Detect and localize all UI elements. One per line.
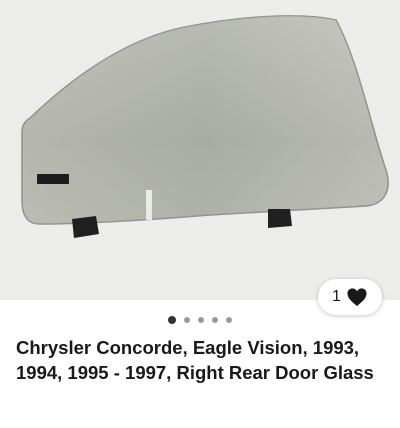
glass-highlight [146,190,152,220]
carousel-dot-3[interactable] [198,317,204,323]
mounting-clip-right [268,209,292,228]
image-carousel-dots [0,314,400,326]
product-image-area[interactable] [0,0,400,300]
glass-notch [37,174,69,184]
listing-title: Chrysler Concorde, Eagle Vision, 1993, 1… [16,337,374,383]
carousel-dot-5[interactable] [226,317,232,323]
carousel-dot-4[interactable] [212,317,218,323]
watch-button[interactable]: 1 [318,279,382,315]
mounting-clip-left [72,216,99,238]
carousel-dot-1[interactable] [168,316,176,324]
product-image [21,15,389,238]
watch-count: 1 [332,288,341,305]
carousel-dot-2[interactable] [184,317,190,323]
heart-icon [347,288,367,307]
